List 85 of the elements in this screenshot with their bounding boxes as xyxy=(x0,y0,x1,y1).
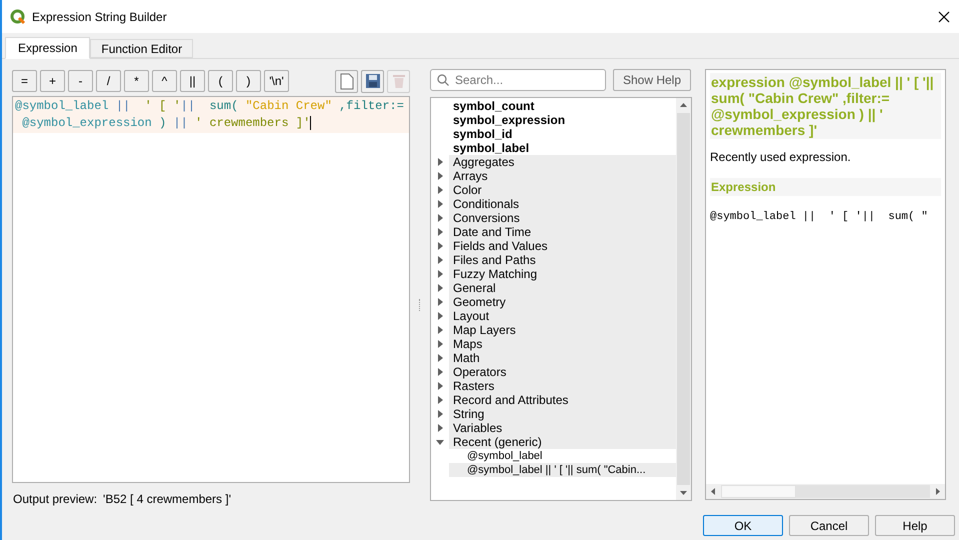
operator-button[interactable]: '\n' xyxy=(264,70,289,92)
search-input[interactable]: Search... xyxy=(455,71,595,89)
tree-group[interactable]: Files and Paths xyxy=(449,253,676,267)
dialog-button[interactable]: OK xyxy=(703,515,783,536)
output-preview-label: Output preview: xyxy=(13,491,98,508)
expand-arrow-icon[interactable] xyxy=(438,200,442,208)
tree-group[interactable]: Rasters xyxy=(449,379,676,393)
operator-button[interactable]: * xyxy=(124,70,149,92)
tree-item[interactable]: symbol_id xyxy=(453,127,512,141)
save-icon xyxy=(364,73,380,89)
tree-group[interactable]: Map Layers xyxy=(449,323,676,337)
tree-group[interactable]: String xyxy=(449,407,676,421)
help-title: expression @symbol_label || ' [ '|| sum( "Cabin Crew" ,filter:= @symbol_expression ) || ' crewmembers ]' xyxy=(710,73,941,139)
expand-arrow-icon[interactable] xyxy=(438,186,442,194)
tree-group[interactable]: Fuzzy Matching xyxy=(449,267,676,281)
tree-group[interactable]: Operators xyxy=(449,365,676,379)
expand-arrow-icon[interactable] xyxy=(438,312,442,320)
operator-button[interactable]: - xyxy=(68,70,93,92)
tree-group[interactable]: General xyxy=(449,281,676,295)
dialog-button[interactable]: Cancel xyxy=(789,515,869,536)
page-icon xyxy=(340,72,354,90)
expand-arrow-icon[interactable] xyxy=(438,256,442,264)
expand-arrow-icon[interactable] xyxy=(438,326,442,334)
operator-button[interactable]: / xyxy=(96,70,121,92)
tree-item[interactable]: symbol_count xyxy=(453,99,534,113)
tree-group[interactable]: Color xyxy=(449,183,676,197)
operator-button[interactable]: = xyxy=(12,70,37,92)
expand-arrow-icon[interactable] xyxy=(438,158,442,166)
dialog-button[interactable]: Help xyxy=(875,515,955,536)
expand-arrow-icon[interactable] xyxy=(438,354,442,362)
window-title: Expression String Builder xyxy=(32,8,167,26)
save-button[interactable] xyxy=(361,70,384,92)
tree-group[interactable]: Arrays xyxy=(449,169,676,183)
tree-group[interactable]: Fields and Values xyxy=(449,239,676,253)
operator-button[interactable]: ( xyxy=(208,70,233,92)
expand-arrow-icon[interactable] xyxy=(438,284,442,292)
close-icon[interactable] xyxy=(938,10,950,22)
tree-group[interactable]: Variables xyxy=(449,421,676,435)
expand-arrow-icon[interactable] xyxy=(438,242,442,250)
logo-icon xyxy=(10,8,26,24)
tab[interactable]: Expression xyxy=(5,37,90,59)
help-code: @symbol_label || ' [ '|| sum( " xyxy=(710,210,929,225)
tree-item[interactable]: symbol_expression xyxy=(453,113,566,127)
tree-group[interactable]: Conversions xyxy=(449,211,676,225)
vertical-scrollbar[interactable] xyxy=(676,98,691,500)
code-line: @symbol_expression ) || ' crewmembers ]' xyxy=(21,115,312,132)
output-preview-value: 'B52 [ 4 crewmembers ]' xyxy=(103,491,232,508)
help-description: Recently used expression. xyxy=(710,149,852,166)
tree-group[interactable]: Geometry xyxy=(449,295,676,309)
trash-icon xyxy=(392,73,406,89)
expand-arrow-icon[interactable] xyxy=(438,214,442,222)
expand-arrow-icon[interactable] xyxy=(438,228,442,236)
expand-arrow-icon[interactable] xyxy=(438,172,442,180)
horizontal-scrollbar[interactable] xyxy=(706,484,945,499)
tree-group[interactable]: Maps xyxy=(449,337,676,351)
operator-button[interactable]: ) xyxy=(236,70,261,92)
tree-item[interactable]: @symbol_label || ' [ '|| sum( "Cabin... xyxy=(449,463,676,477)
operator-button[interactable]: || xyxy=(180,70,205,92)
expand-arrow-icon[interactable] xyxy=(438,396,442,404)
new-file-button[interactable] xyxy=(335,70,358,92)
collapse-arrow-icon[interactable] xyxy=(436,440,444,444)
tree-group[interactable]: Date and Time xyxy=(449,225,676,239)
expand-arrow-icon[interactable] xyxy=(438,270,442,278)
operator-button[interactable]: + xyxy=(40,70,65,92)
tree-group[interactable]: Aggregates xyxy=(449,155,676,169)
tree-group[interactable]: Recent (generic) xyxy=(449,435,676,449)
expand-arrow-icon[interactable] xyxy=(438,298,442,306)
search-field[interactable]: Search... xyxy=(430,69,606,91)
tree-item[interactable]: symbol_label xyxy=(453,141,530,155)
tree-group[interactable]: Record and Attributes xyxy=(449,393,676,407)
expand-arrow-icon[interactable] xyxy=(438,424,442,432)
tree-group[interactable]: Layout xyxy=(449,309,676,323)
show-help-button[interactable]: Show Help xyxy=(613,69,691,91)
search-icon xyxy=(437,74,449,86)
expand-arrow-icon[interactable] xyxy=(438,410,442,418)
expand-arrow-icon[interactable] xyxy=(438,368,442,376)
tree-group[interactable]: Math xyxy=(449,351,676,365)
help-section-heading: Expression xyxy=(710,178,941,196)
expand-arrow-icon[interactable] xyxy=(438,382,442,390)
code-line: @symbol_label || ' [ '|| sum( "Cabin Crew" ,filter:= xyxy=(15,98,405,115)
tree-group[interactable]: Conditionals xyxy=(449,197,676,211)
expand-arrow-icon[interactable] xyxy=(438,340,442,348)
tab[interactable]: Function Editor xyxy=(90,39,194,58)
expression-editor[interactable]: @symbol_label || ' [ '|| sum( "Cabin Crew" ,filter:= @symbol_expression ) || ' crewmembers ]' xyxy=(12,96,410,483)
operator-button[interactable]: ^ xyxy=(152,70,177,92)
